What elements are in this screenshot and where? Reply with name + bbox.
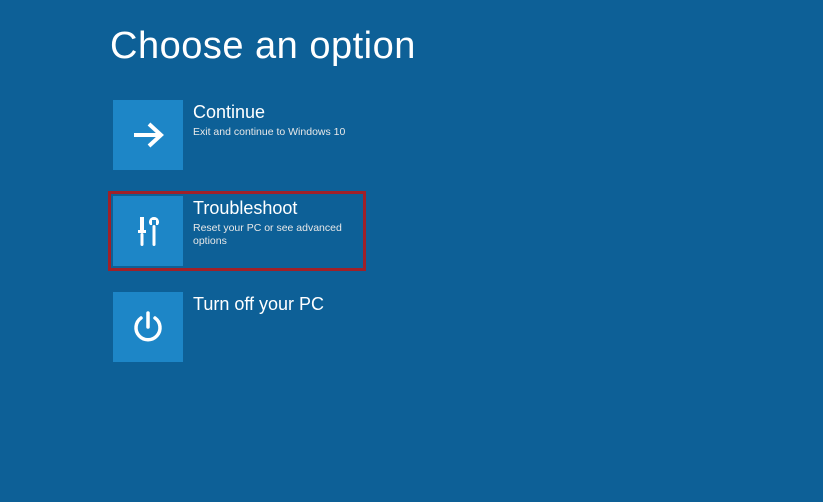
troubleshoot-title: Troubleshoot <box>193 198 361 220</box>
options-list: Continue Exit and continue to Windows 10 <box>108 95 366 383</box>
continue-text: Continue Exit and continue to Windows 10 <box>193 100 345 139</box>
page-title: Choose an option <box>110 25 416 68</box>
power-icon <box>128 307 168 347</box>
turnoff-text: Turn off your PC <box>193 292 324 318</box>
tools-icon <box>128 211 168 251</box>
turnoff-option[interactable]: Turn off your PC <box>108 287 366 367</box>
continue-option[interactable]: Continue Exit and continue to Windows 10 <box>108 95 366 175</box>
troubleshoot-text: Troubleshoot Reset your PC or see advanc… <box>193 196 361 249</box>
troubleshoot-tile <box>113 196 183 266</box>
troubleshoot-option[interactable]: Troubleshoot Reset your PC or see advanc… <box>108 191 366 271</box>
arrow-right-icon <box>128 115 168 155</box>
turnoff-tile <box>113 292 183 362</box>
turnoff-title: Turn off your PC <box>193 294 324 316</box>
continue-tile <box>113 100 183 170</box>
continue-desc: Exit and continue to Windows 10 <box>193 126 345 140</box>
troubleshoot-desc: Reset your PC or see advanced options <box>193 222 361 249</box>
continue-title: Continue <box>193 102 345 124</box>
